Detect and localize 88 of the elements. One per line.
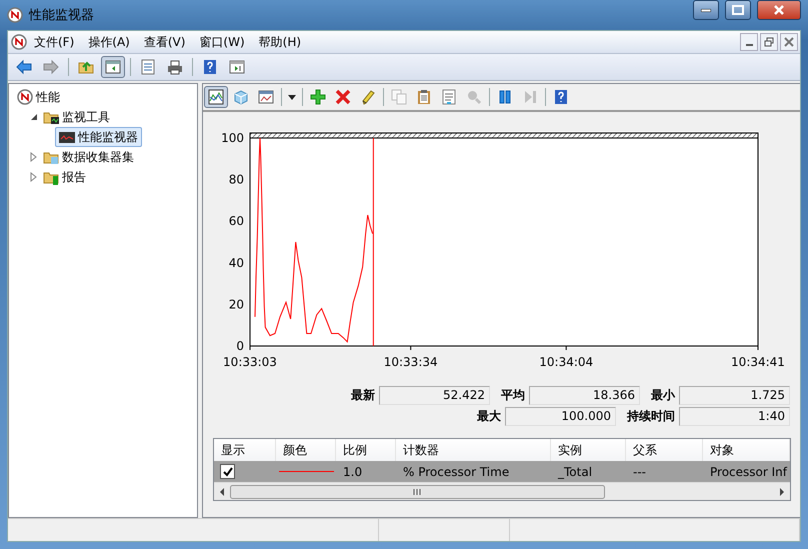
scroll-left-icon: [220, 488, 224, 496]
column-header[interactable]: 父系: [626, 439, 703, 461]
column-header[interactable]: 比例: [336, 439, 396, 461]
clipboard-icon: [416, 89, 432, 105]
tree-item[interactable]: 监视工具: [39, 107, 114, 127]
report-view-icon: [258, 89, 274, 105]
stat-value: 100.000: [505, 407, 616, 426]
y-tick-label: 40: [228, 256, 244, 270]
column-header[interactable]: 计数器: [396, 439, 551, 461]
tree-item[interactable]: 报告: [39, 167, 90, 187]
table-cell-text: _Total: [556, 464, 594, 478]
table-cell-text: Processor Inf: [709, 464, 788, 478]
checkbox[interactable]: [220, 464, 235, 479]
stat-value: 52.422: [379, 386, 490, 405]
minimize-button[interactable]: [693, 0, 719, 20]
counter-row[interactable]: 1.0 % Processor Time _Total --- Processor Inf: [214, 461, 790, 482]
restore-icon: [762, 35, 776, 49]
column-header[interactable]: 实例: [551, 439, 626, 461]
plus-icon: [310, 89, 326, 105]
column-header[interactable]: 对象: [703, 439, 790, 461]
copy-icon: [391, 89, 407, 105]
y-tick-label: 0: [236, 339, 244, 353]
horizontal-scrollbar[interactable]: [214, 482, 790, 500]
y-tick-label: 60: [228, 214, 244, 228]
monitor-window-icon: [59, 129, 75, 145]
printer-icon: [167, 59, 183, 75]
forward-arrow-icon: [43, 59, 59, 75]
tree-item[interactable]: 数据收集器集: [39, 147, 138, 167]
toolbar-button[interactable]: [101, 56, 125, 78]
pencil-icon: [360, 89, 376, 105]
minimize-icon: [746, 44, 752, 46]
minimize-icon: [701, 8, 711, 12]
y-tick-label: 100: [221, 131, 244, 145]
menu-item[interactable]: 帮助(H): [252, 34, 308, 50]
stat-value: 1:40: [679, 407, 790, 426]
window-title: 性能监视器: [29, 7, 95, 24]
table-cell-text: ---: [632, 464, 647, 478]
stat-label: 最大: [477, 408, 501, 425]
column-header[interactable]: 显示: [214, 439, 276, 461]
tree-item[interactable]: 性能: [13, 87, 64, 107]
delete-x-icon: [335, 89, 351, 105]
stat-label: 持续时间: [627, 408, 675, 425]
stat-value: 1.725: [679, 386, 790, 405]
properties-icon: [441, 89, 457, 105]
collapsed-triangle-icon[interactable]: [29, 152, 39, 162]
stat-label: 平均: [501, 387, 525, 404]
stat-value: 18.366: [529, 386, 640, 405]
close-icon: [782, 35, 796, 49]
help-icon: [202, 59, 218, 75]
table-cell-text: 1.0: [342, 464, 364, 478]
step-forward-icon: [522, 89, 538, 105]
maximize-icon: [730, 2, 746, 18]
menu-item[interactable]: 查看(V): [136, 34, 192, 50]
maximize-button[interactable]: [725, 0, 751, 20]
restore-button[interactable]: [760, 33, 778, 51]
magnifier-icon: [466, 89, 482, 105]
collapsed-triangle-icon[interactable]: [29, 172, 39, 182]
close-button[interactable]: [757, 0, 801, 20]
folder-up-icon: [78, 59, 94, 75]
y-tick-label: 20: [228, 297, 244, 312]
x-tick-label: 10:33:03: [223, 355, 277, 369]
y-tick-label: 80: [228, 172, 244, 187]
expanded-triangle-icon[interactable]: [29, 112, 39, 122]
pane-toggle-icon: [105, 59, 121, 75]
help-icon: [553, 89, 569, 105]
minimize-button[interactable]: [740, 33, 758, 51]
x-tick-label: 10:34:04: [539, 355, 594, 369]
line-graph-icon: [208, 89, 224, 105]
list-properties-icon: [140, 59, 156, 75]
stat-label: 最小: [651, 387, 675, 404]
check-icon: [222, 466, 234, 478]
back-arrow-icon: [16, 59, 32, 75]
pane-play-icon: [229, 59, 245, 75]
x-tick-label: 10:34:41: [731, 355, 785, 369]
scroll-thumb[interactable]: [230, 484, 605, 498]
menu-item[interactable]: 文件(F): [27, 34, 82, 50]
x-tick-label: 10:33:34: [384, 355, 438, 369]
menu-item[interactable]: 窗口(W): [192, 34, 252, 50]
menu-item[interactable]: 操作(A): [81, 34, 137, 50]
table-cell-text: % Processor Time: [402, 464, 510, 478]
scroll-right-icon: [780, 488, 784, 496]
tree-item[interactable]: 性能监视器: [55, 127, 142, 147]
stat-label: 最新: [351, 387, 375, 404]
column-header[interactable]: 颜色: [276, 439, 336, 461]
dropdown-caret-icon: [288, 94, 296, 100]
cube-icon: [233, 89, 249, 105]
pause-icon: [497, 89, 513, 105]
toolbar-button[interactable]: [204, 86, 228, 108]
